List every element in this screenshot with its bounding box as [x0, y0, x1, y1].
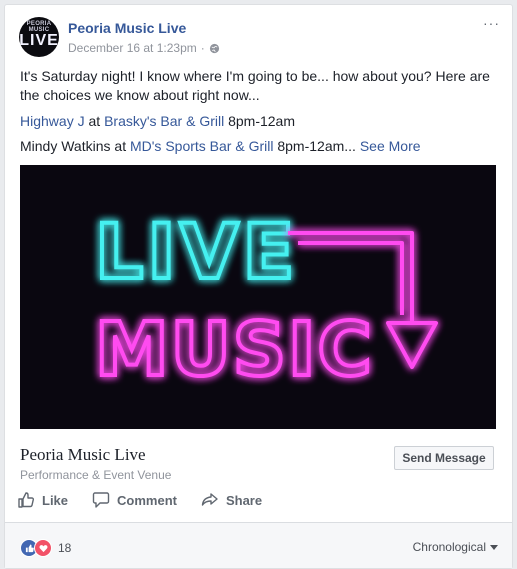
comment-sort-dropdown[interactable]: Chronological	[413, 540, 498, 554]
comment-button[interactable]: Comment	[92, 491, 177, 509]
share-label: Share	[225, 492, 263, 508]
post-timestamp[interactable]: December 16 at 1:23pm	[68, 41, 197, 55]
post-text-intro: It's Saturday night! I know where I'm go…	[20, 68, 490, 103]
link-preview-subtitle: Performance & Event Venue	[20, 468, 172, 482]
globe-icon	[209, 43, 220, 54]
at-text-1: at	[84, 113, 105, 129]
post-meta: December 16 at 1:23pm ·	[68, 41, 220, 55]
post-line-1: Highway J at Brasky's Bar & Grill 8pm-12…	[20, 112, 500, 131]
thumbs-up-icon	[18, 492, 35, 508]
neon-sign-graphic: LIVE MUSIC	[20, 165, 496, 429]
comment-label: Comment	[117, 492, 177, 508]
time-text-1: 8pm-12am	[224, 113, 296, 129]
neon-word-live: LIVE	[95, 207, 298, 296]
post-line-2: Mindy Watkins at MD's Sports Bar & Grill…	[20, 137, 500, 156]
venue-link-2[interactable]: MD's Sports Bar & Grill	[130, 138, 273, 154]
like-label: Like	[42, 492, 69, 508]
page-avatar[interactable]: PEORIA MUSIC LIVE	[19, 17, 59, 57]
like-button[interactable]: Like	[17, 491, 68, 509]
love-reaction-icon	[34, 539, 52, 557]
post-card: PEORIA MUSIC LIVE Peoria Music Live Dece…	[4, 4, 513, 569]
time-text-2: 8pm-12am...	[273, 138, 356, 154]
post-footer: 18 Chronological	[5, 523, 512, 568]
artist-link-1[interactable]: Highway J	[20, 113, 85, 129]
meta-separator: ·	[200, 41, 205, 55]
reaction-count: 18	[58, 541, 72, 555]
see-more-link[interactable]: See More	[356, 138, 421, 154]
at-text-2: at	[110, 138, 130, 154]
send-message-button[interactable]: Send Message	[394, 446, 494, 470]
post-image[interactable]: LIVE MUSIC	[20, 165, 496, 429]
comment-icon	[92, 492, 110, 508]
avatar-main-text: LIVE	[19, 32, 59, 49]
venue-link-1[interactable]: Brasky's Bar & Grill	[104, 113, 224, 129]
share-button[interactable]: Share	[201, 491, 262, 509]
artist-text-2: Mindy Watkins	[20, 138, 111, 154]
reactions-summary[interactable]: 18	[20, 539, 71, 557]
page-name-link[interactable]: Peoria Music Live	[68, 20, 186, 36]
neon-word-music: MUSIC	[95, 307, 374, 393]
link-preview-title[interactable]: Peoria Music Live	[20, 445, 146, 465]
caret-down-icon	[490, 544, 498, 550]
ellipsis-icon[interactable]: ···	[483, 16, 500, 30]
action-bar: Like Comment Share	[17, 491, 262, 509]
sort-label: Chronological	[412, 540, 486, 554]
share-arrow-icon	[201, 493, 218, 506]
